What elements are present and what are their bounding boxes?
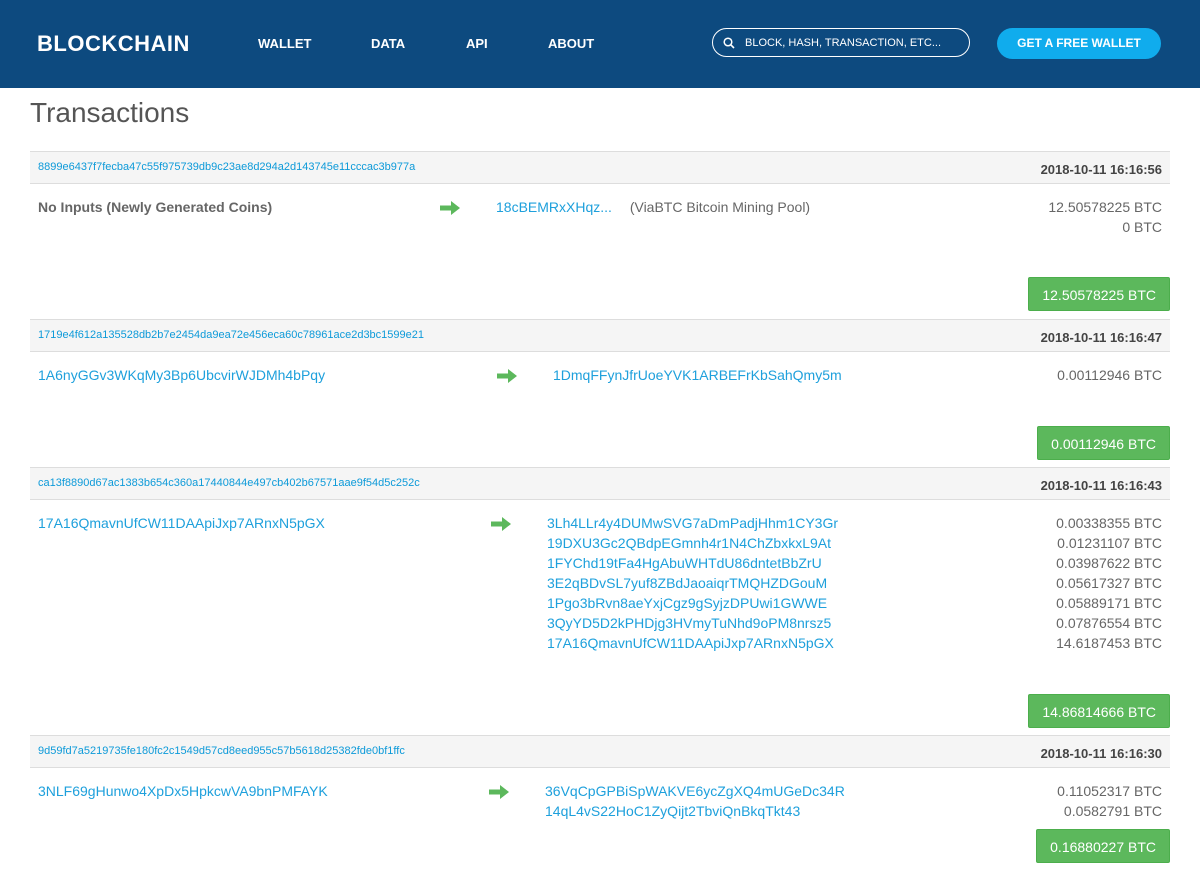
- output-row: 1FYChd19tFa4HgAbuWHTdU86dntetBbZrU: [547, 555, 838, 575]
- output-amount: 0.00112946 BTC: [1057, 367, 1162, 383]
- transaction-card: 1719e4f612a135528db2b7e2454da9ea72e456ec…: [30, 319, 1170, 460]
- transaction-outputs: 36VqCpGPBiSpWAKVE6ycZgXQ4mUGeDc34R 14qL4…: [545, 783, 845, 823]
- get-free-wallet-button[interactable]: GET A FREE WALLET: [997, 28, 1161, 59]
- output-amount: 0.11052317 BTC: [1057, 783, 1162, 799]
- search-box: [712, 28, 970, 57]
- output-address-link[interactable]: 19DXU3Gc2QBdpEGmnh4r1N4ChZbxkxL9At: [547, 535, 831, 551]
- transaction-header: 8899e6437f7fecba47c55f975739db9c23ae8d29…: [30, 151, 1170, 184]
- top-navbar: BLOCKCHAIN WALLET DATA API ABOUT GET A F…: [0, 0, 1200, 88]
- output-row: 17A16QmavnUfCW11DAApiJxp7ARnxN5pGX: [547, 635, 838, 655]
- output-row: 19DXU3Gc2QBdpEGmnh4r1N4ChZbxkxL9At: [547, 535, 838, 555]
- search-icon: [723, 37, 735, 49]
- output-amounts: 12.50578225 BTC 0 BTC: [1048, 199, 1162, 239]
- transaction-input: No Inputs (Newly Generated Coins): [38, 199, 273, 215]
- output-amount: 0.01231107 BTC: [1057, 535, 1162, 551]
- output-address-link[interactable]: 3QyYD5D2kPHDjg3HVmyTuNhd9oPM8nrsz5: [547, 615, 831, 631]
- arrow-right-icon: [491, 517, 511, 531]
- output-address-link[interactable]: 1FYChd19tFa4HgAbuWHTdU86dntetBbZrU: [547, 555, 822, 571]
- transaction-hash-link[interactable]: 9d59fd7a5219735fe180fc2c1549d57cd8eed955…: [38, 745, 405, 757]
- output-address-link[interactable]: 1Pgo3bRvn8aeYxjCgz9gSyjzDPUwi1GWWE: [547, 595, 827, 611]
- transaction-time: 2018-10-11 16:16:47: [1040, 330, 1162, 345]
- output-address-link[interactable]: 1DmqFFynJfrUoeYVK1ARBEFrKbSahQmy5m: [553, 367, 842, 383]
- arrow-right-icon: [497, 369, 517, 383]
- transaction-header: ca13f8890d67ac1383b654c360a17440844e497c…: [30, 467, 1170, 500]
- transaction-outputs: 1DmqFFynJfrUoeYVK1ARBEFrKbSahQmy5m: [553, 367, 842, 387]
- output-address-link[interactable]: 14qL4vS22HoC1ZyQijt2TbviQnBkqTkt43: [545, 803, 800, 819]
- transaction-outputs: 3Lh4LLr4y4DUMwSVG7aDmPadjHhm1CY3Gr 19DXU…: [547, 515, 838, 655]
- blockchain-logo[interactable]: BLOCKCHAIN: [37, 31, 190, 57]
- nav-data[interactable]: DATA: [371, 36, 405, 51]
- output-address-link[interactable]: 3E2qBDvSL7yuf8ZBdJaoaiqrTMQHZDGouM: [547, 575, 827, 591]
- output-amount: 0 BTC: [1122, 219, 1162, 235]
- input-address-link[interactable]: 1A6nyGGv3WKqMy3Bp6UbcvirWJDMh4bPqy: [38, 367, 325, 383]
- output-address-link[interactable]: 18cBEMRxXHqz...: [496, 199, 612, 215]
- output-amounts: 0.00338355 BTC 0.01231107 BTC 0.03987622…: [1056, 515, 1162, 655]
- output-amount: 0.05889171 BTC: [1056, 595, 1162, 611]
- nav-wallet[interactable]: WALLET: [258, 36, 311, 51]
- transaction-header: 1719e4f612a135528db2b7e2454da9ea72e456ec…: [30, 319, 1170, 352]
- transaction-hash-link[interactable]: 1719e4f612a135528db2b7e2454da9ea72e456ec…: [38, 329, 424, 341]
- total-amount-button[interactable]: 0.00112946 BTC: [1037, 426, 1170, 460]
- transaction-outputs: 18cBEMRxXHqz... (ViaBTC Bitcoin Mining P…: [496, 199, 810, 219]
- output-amounts: 0.11052317 BTC 0.0582791 BTC: [1057, 783, 1162, 823]
- arrow-right-icon: [440, 201, 460, 215]
- arrow-right-icon: [489, 785, 509, 799]
- output-owner-label: (ViaBTC Bitcoin Mining Pool): [629, 199, 811, 215]
- transaction-hash-link[interactable]: 8899e6437f7fecba47c55f975739db9c23ae8d29…: [38, 161, 415, 173]
- total-amount-button[interactable]: 14.86814666 BTC: [1028, 694, 1170, 728]
- output-amount: 0.03987622 BTC: [1056, 555, 1162, 571]
- total-amount-button[interactable]: 12.50578225 BTC: [1028, 277, 1170, 311]
- output-amount: 0.07876554 BTC: [1056, 615, 1162, 631]
- transaction-time: 2018-10-11 16:16:30: [1040, 746, 1162, 761]
- output-amount: 0.00338355 BTC: [1056, 515, 1162, 531]
- nav-api[interactable]: API: [466, 36, 488, 51]
- transaction-card: 8899e6437f7fecba47c55f975739db9c23ae8d29…: [30, 151, 1170, 311]
- output-row: 1DmqFFynJfrUoeYVK1ARBEFrKbSahQmy5m: [553, 367, 842, 387]
- input-address-link[interactable]: 3NLF69gHunwo4XpDx5HpkcwVA9bnPMFAYK: [38, 783, 328, 799]
- output-row: 18cBEMRxXHqz... (ViaBTC Bitcoin Mining P…: [496, 199, 810, 219]
- output-row: 36VqCpGPBiSpWAKVE6ycZgXQ4mUGeDc34R: [545, 783, 845, 803]
- output-amount: 12.50578225 BTC: [1048, 199, 1162, 215]
- output-address-link[interactable]: 36VqCpGPBiSpWAKVE6ycZgXQ4mUGeDc34R: [545, 783, 845, 799]
- transaction-time: 2018-10-11 16:16:56: [1040, 162, 1162, 177]
- input-address-link[interactable]: 17A16QmavnUfCW11DAApiJxp7ARnxN5pGX: [38, 515, 325, 531]
- output-row: 3QyYD5D2kPHDjg3HVmyTuNhd9oPM8nrsz5: [547, 615, 838, 635]
- output-row: 1Pgo3bRvn8aeYxjCgz9gSyjzDPUwi1GWWE: [547, 595, 838, 615]
- page-title: Transactions: [30, 97, 190, 128]
- output-address-link[interactable]: 3Lh4LLr4y4DUMwSVG7aDmPadjHhm1CY3Gr: [547, 515, 838, 531]
- total-amount-button[interactable]: 0.16880227 BTC: [1036, 829, 1170, 863]
- output-amount: 0.05617327 BTC: [1056, 575, 1162, 591]
- transaction-card: 9d59fd7a5219735fe180fc2c1549d57cd8eed955…: [30, 735, 1170, 863]
- transaction-header: 9d59fd7a5219735fe180fc2c1549d57cd8eed955…: [30, 735, 1170, 768]
- transaction-card: ca13f8890d67ac1383b654c360a17440844e497c…: [30, 467, 1170, 728]
- transaction-time: 2018-10-11 16:16:43: [1040, 478, 1162, 493]
- output-row: 14qL4vS22HoC1ZyQijt2TbviQnBkqTkt43: [545, 803, 845, 823]
- output-row: 3E2qBDvSL7yuf8ZBdJaoaiqrTMQHZDGouM: [547, 575, 838, 595]
- output-row: 3Lh4LLr4y4DUMwSVG7aDmPadjHhm1CY3Gr: [547, 515, 838, 535]
- output-amount: 14.6187453 BTC: [1056, 635, 1162, 651]
- search-input[interactable]: [745, 35, 959, 51]
- output-amounts: 0.00112946 BTC: [1057, 367, 1162, 387]
- output-amount: 0.0582791 BTC: [1063, 803, 1162, 819]
- transaction-hash-link[interactable]: ca13f8890d67ac1383b654c360a17440844e497c…: [38, 477, 420, 489]
- nav-about[interactable]: ABOUT: [548, 36, 594, 51]
- output-address-link[interactable]: 17A16QmavnUfCW11DAApiJxp7ARnxN5pGX: [547, 635, 834, 651]
